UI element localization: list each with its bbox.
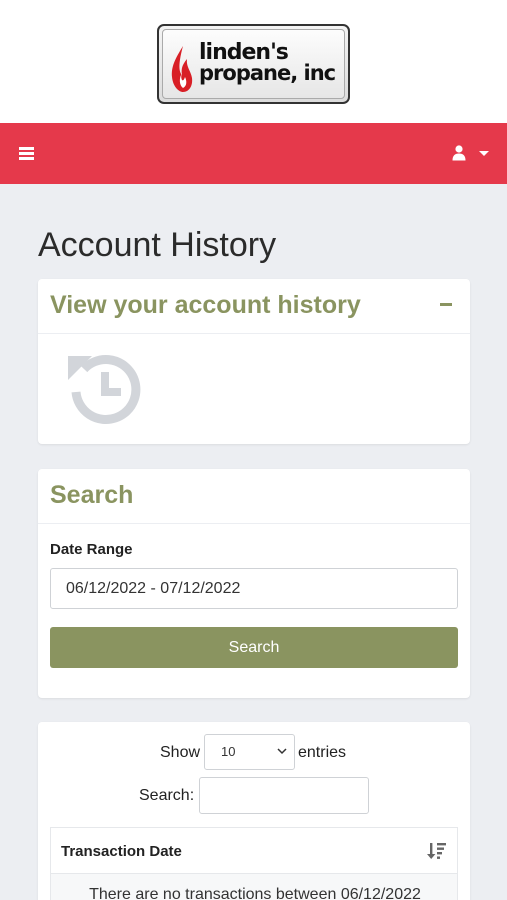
table-body: There are no transactions between 06/12/… bbox=[50, 873, 458, 900]
entries-select[interactable]: 10 bbox=[204, 734, 295, 770]
sort-icon[interactable] bbox=[427, 841, 447, 861]
chevron-down-icon bbox=[277, 748, 287, 755]
user-menu-button[interactable] bbox=[452, 143, 492, 165]
show-label: Show bbox=[160, 744, 201, 761]
table-search-label: Search: bbox=[139, 787, 195, 804]
table-search-input[interactable] bbox=[199, 777, 369, 814]
empty-table-message: There are no transactions between 06/12/… bbox=[89, 886, 421, 900]
account-history-card: View your account history bbox=[38, 279, 470, 444]
card-header: View your account history bbox=[38, 279, 470, 334]
history-icon bbox=[68, 355, 141, 424]
company-logo[interactable]: linden's propane, inc bbox=[157, 24, 350, 104]
date-range-input[interactable] bbox=[50, 568, 458, 609]
minus-icon[interactable] bbox=[440, 303, 452, 306]
caret-down-icon bbox=[479, 151, 489, 156]
column-header-transaction-date[interactable]: Transaction Date bbox=[61, 843, 182, 860]
page-title: Account History bbox=[38, 226, 277, 264]
logo-text-line1: linden's bbox=[199, 40, 289, 65]
top-navbar bbox=[0, 123, 507, 184]
flame-icon bbox=[171, 46, 193, 92]
logo-text-line2: propane, inc bbox=[199, 61, 336, 85]
hamburger-menu-icon[interactable] bbox=[19, 147, 34, 160]
search-button[interactable]: Search bbox=[50, 627, 458, 668]
search-card-title: Search bbox=[50, 481, 134, 509]
card-header: Search bbox=[38, 469, 470, 524]
user-icon bbox=[452, 145, 466, 161]
search-card: Search Date Range Search bbox=[38, 469, 470, 698]
card-title: View your account history bbox=[50, 291, 361, 319]
table-header: Transaction Date bbox=[50, 827, 458, 873]
date-range-label: Date Range bbox=[50, 541, 133, 558]
entries-label: entries bbox=[298, 744, 347, 761]
logo-bar: linden's propane, inc bbox=[0, 0, 507, 123]
entries-select-value: 10 bbox=[221, 744, 236, 759]
transactions-card: Show 10 entries Search: Transaction Date… bbox=[38, 722, 470, 900]
